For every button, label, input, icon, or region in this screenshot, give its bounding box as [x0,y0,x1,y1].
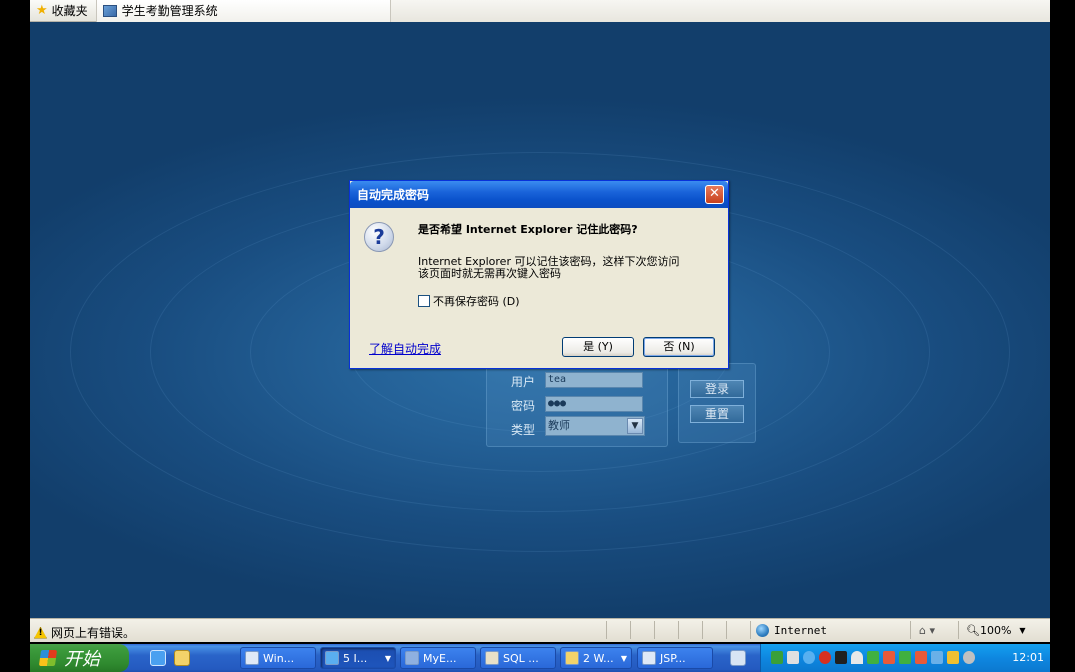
tray-icon[interactable] [787,651,799,664]
status-warning-text: 网页上有错误。 [51,626,136,640]
star-icon: ★ [36,3,48,18]
zoom-level: 100% [979,624,1012,637]
clock[interactable]: 12:01 [1012,651,1044,664]
tray-icon[interactable] [835,651,847,664]
login-buttons-panel [678,363,756,443]
dialog-message-line: 该页面时就无需再次键入密码 [418,267,561,280]
ie-quicklaunch-icon[interactable] [150,650,166,666]
chevron-down-icon[interactable]: ▼ [627,418,643,434]
browser-tab[interactable]: 学生考勤管理系统 [96,0,391,22]
password-label: 密码 [511,399,536,413]
status-divider [958,621,959,639]
type-select[interactable]: 教师 ▼ [545,416,645,436]
password-input[interactable]: ●●● [545,396,643,412]
taskbar-item-label: Win... [263,651,295,665]
myeclipse-icon [405,651,419,665]
tray-icon[interactable] [947,651,959,664]
tray-icon[interactable] [771,651,783,664]
tray-icon[interactable] [899,651,911,664]
sql-icon [485,651,499,665]
screen: ★ 收藏夹 学生考勤管理系统 用户 tea 密码 ●●● 类型 教师 ▼ 登录 … [0,0,1075,672]
taskbar-item[interactable]: 5 I... ▼ [320,647,396,669]
favorites-label: 收藏夹 [51,4,88,18]
tray-icon[interactable] [963,651,975,664]
tray-icon[interactable] [867,651,879,664]
taskbar-item-label: SQL ... [503,651,539,665]
status-divider [910,621,911,639]
protected-mode-icon[interactable]: ⌂ ▾ [919,624,935,637]
windows-logo-icon [38,650,58,666]
tray-icon[interactable] [819,651,831,664]
status-divider [726,621,727,639]
tray-icon[interactable] [883,651,895,664]
status-divider [702,621,703,639]
folder-icon [565,651,579,665]
taskbar-item[interactable]: Win... [240,647,316,669]
tray-icon[interactable] [851,651,863,664]
globe-icon [756,624,769,637]
dialog-message: Internet Explorer 可以记住该密码，这样下次您访问 该页面时就无… [418,256,718,280]
taskbar-item[interactable]: 2 W... ▼ [560,647,632,669]
close-icon[interactable]: ✕ [705,185,724,204]
system-tray: 12:01 [760,644,1050,672]
dialog-question: 是否希望 Internet Explorer 记住此密码? [418,223,638,236]
user-input[interactable]: tea [545,372,643,388]
favorites-bar: ★ 收藏夹 学生考勤管理系统 [30,0,1050,22]
checkbox-box[interactable] [418,295,430,307]
question-icon: ? [364,222,394,252]
yes-button[interactable]: 是 (Y) [562,337,634,357]
taskbar-item-label: 5 I... [343,651,368,665]
zoom-control[interactable]: 🔍︎ 100% ▼ [966,624,1026,637]
status-divider [750,621,751,639]
zone-label: Internet [774,624,827,637]
show-desktop-icon[interactable] [730,650,746,666]
status-bar: ! 网页上有错误。 Internet ⌂ ▾ 🔍︎ 100% ▼ [30,618,1050,642]
taskbar: 开始 Win... 5 I... ▼ MyE... SQL ... 2 W...… [30,644,1050,672]
status-divider [678,621,679,639]
page-icon [102,4,117,17]
no-button[interactable]: 否 (N) [643,337,715,357]
login-button[interactable]: 登录 [690,380,744,398]
tray-icon[interactable] [931,651,943,664]
learn-autocomplete-link[interactable]: 了解自动完成 [369,340,441,357]
start-label: 开始 [64,649,100,670]
ie-icon [325,651,339,665]
checkbox-label: 不再保存密码 (D) [433,295,520,308]
status-divider [630,621,631,639]
reset-button[interactable]: 重置 [690,405,744,423]
favorites-button[interactable]: ★ 收藏夹 [30,0,97,22]
status-divider [654,621,655,639]
taskbar-item[interactable]: SQL ... [480,647,556,669]
tab-title: 学生考勤管理系统 [121,4,218,18]
start-button[interactable]: 开始 [30,644,129,672]
folder-quicklaunch-icon[interactable] [174,650,190,666]
taskbar-item-label: MyE... [423,651,457,665]
chevron-down-icon: ▼ [1019,626,1026,635]
chevron-down-icon: ▼ [384,653,391,663]
tab-strip-empty [390,0,1050,22]
dialog-titlebar: 自动完成密码 [350,181,728,208]
type-select-value: 教师 [548,419,570,432]
taskbar-item[interactable]: MyE... [400,647,476,669]
autocomplete-password-dialog: 自动完成密码 ✕ ? 是否希望 Internet Explorer 记住此密码?… [349,180,729,369]
tray-icon[interactable] [915,651,927,664]
document-icon [642,651,656,665]
tray-icon[interactable] [803,651,815,664]
page-error-indicator[interactable]: ! 网页上有错误。 [34,624,135,641]
security-zone[interactable]: Internet [756,624,827,637]
window-icon [245,651,259,665]
chevron-down-icon: ▼ [620,653,627,663]
dialog-title: 自动完成密码 [357,188,430,202]
taskbar-item-label: JSP... [660,651,686,665]
dont-save-checkbox[interactable]: 不再保存密码 (D) [418,293,520,309]
user-label: 用户 [511,375,536,389]
warning-icon: ! [34,626,47,639]
taskbar-item[interactable]: JSP... [637,647,713,669]
magnifier-icon: 🔍︎ [966,624,980,637]
status-divider [606,621,607,639]
taskbar-item-label: 2 W... [583,651,614,665]
type-label: 类型 [511,423,536,437]
